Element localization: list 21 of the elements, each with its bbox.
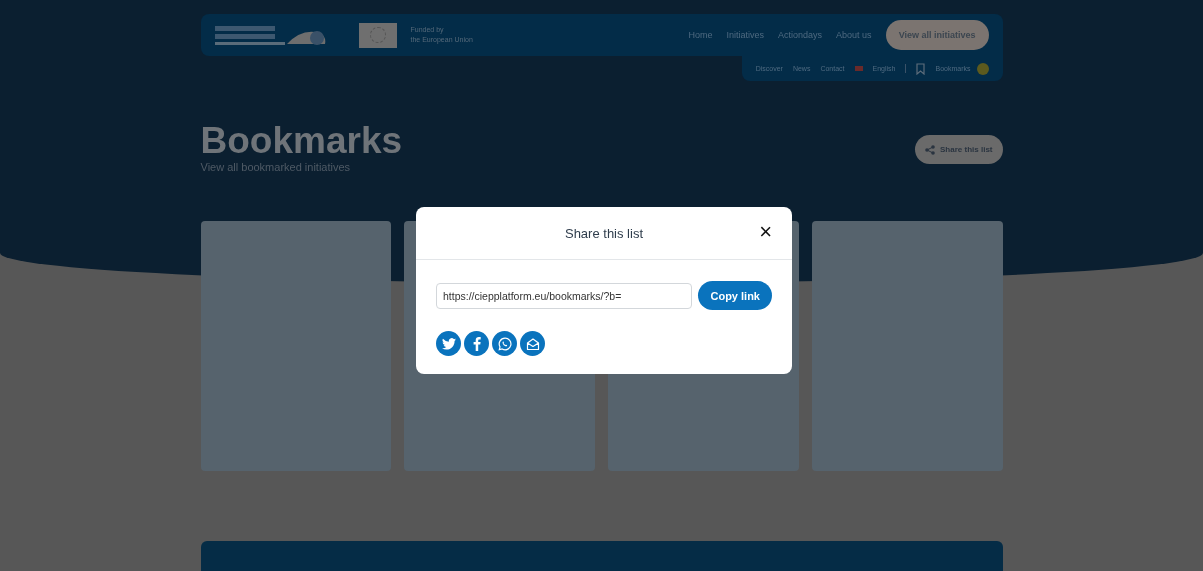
close-button[interactable]: ×: [759, 221, 772, 243]
view-all-button[interactable]: View all initiatives: [885, 20, 989, 50]
page-subtitle: View all bookmarked initiatives: [200, 161, 352, 173]
envelope-icon[interactable]: [520, 331, 545, 356]
link-field[interactable]: https://ciepplatform.eu/bookmarks/?b=: [436, 282, 693, 309]
facebook-icon[interactable]: [464, 331, 489, 356]
copy-link-button[interactable]: Copy link: [698, 281, 772, 310]
flag-icon: [854, 66, 863, 71]
nav-link[interactable]: Home: [688, 30, 713, 40]
nav-link[interactable]: Initiatives: [726, 30, 765, 40]
chat-bubble-icon[interactable]: [492, 331, 517, 356]
page-title: Bookmarks: [200, 122, 403, 160]
flag-icon: [358, 22, 397, 48]
bookmark-icon: [916, 62, 926, 75]
bird-icon[interactable]: [436, 331, 461, 356]
nav-link[interactable]: Actiondays: [778, 30, 823, 40]
nav-link[interactable]: About us: [836, 30, 872, 40]
dialog-title: Share this list: [564, 225, 643, 241]
share-list-button[interactable]: Share this list: [915, 135, 1003, 164]
count-dot-icon: [976, 62, 989, 75]
share-icon: [925, 144, 936, 155]
